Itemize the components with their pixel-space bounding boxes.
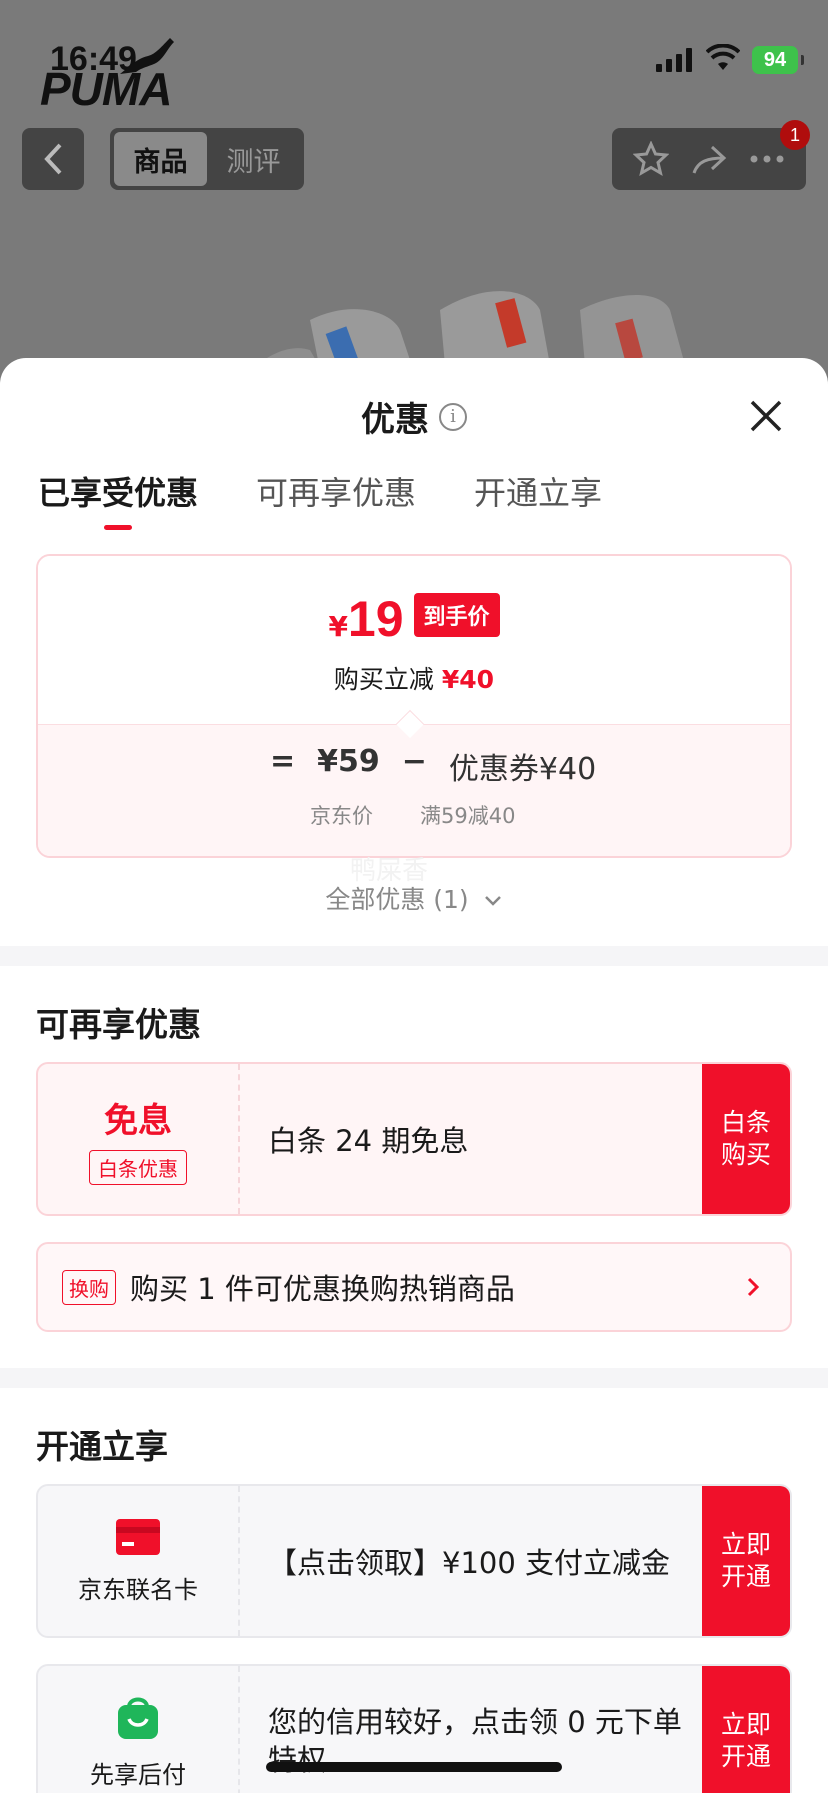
more-icon[interactable] bbox=[749, 154, 785, 164]
wifi-icon bbox=[706, 44, 740, 70]
equals-sign: = bbox=[270, 744, 296, 779]
offers-sheet: 优惠 i 已享受优惠 可再享优惠 开通立享 ¥19 到手价 购买立减 ¥40 = ¥… bbox=[0, 358, 828, 1793]
status-bar: 16:49 PUMA 94 bbox=[0, 0, 828, 115]
swap-badge: 换购 bbox=[62, 1269, 116, 1305]
pay-later-offer[interactable]: 先享后付 您的信用较好，点击领 0 元下单特权 立即开通 bbox=[36, 1664, 792, 1793]
swap-offer-row[interactable]: 换购 购买 1 件可优惠换购热销商品 bbox=[36, 1242, 792, 1332]
final-price-tag: 到手价 bbox=[413, 593, 500, 637]
back-button[interactable] bbox=[22, 128, 84, 190]
open-enjoy-section-title: 开通立享 bbox=[36, 1427, 168, 1466]
pay-later-offer-text: 您的信用较好，点击领 0 元下单特权 bbox=[268, 1705, 682, 1777]
product-actions bbox=[612, 128, 806, 190]
reenjoy-section-title: 可再享优惠 bbox=[36, 1005, 201, 1044]
reduce-line: 购买立减 ¥40 bbox=[38, 660, 790, 696]
jd-price: ¥59 bbox=[317, 744, 380, 779]
price-formula: = ¥59 − 优惠券¥40 bbox=[270, 744, 596, 788]
card-icon bbox=[116, 1518, 160, 1555]
baitiao-offer-text: 白条 24 期免息 bbox=[268, 1124, 469, 1158]
chevron-down-icon bbox=[484, 896, 501, 906]
final-price: ¥19 到手价 bbox=[38, 590, 790, 648]
baitiao-badge: 白条优惠 bbox=[89, 1150, 187, 1185]
open-now-label: 立即开通 bbox=[720, 1710, 771, 1771]
star-icon[interactable] bbox=[632, 141, 669, 177]
coupon-desc: 满59减40 bbox=[420, 804, 516, 828]
jd-cobrand-offer-text: 【点击领取】¥100 支付立减金 bbox=[268, 1546, 671, 1580]
share-icon[interactable] bbox=[690, 143, 728, 175]
jd-cobrand-card-label: 京东联名卡 bbox=[78, 1575, 198, 1604]
final-price-value: 19 bbox=[347, 591, 404, 647]
chevron-right-icon bbox=[747, 1277, 760, 1297]
offer-tabs: 已享受优惠 可再享优惠 开通立享 bbox=[38, 468, 602, 530]
jd-price-label: 京东价 bbox=[310, 804, 373, 828]
shopping-bag-icon bbox=[118, 1697, 158, 1739]
battery-indicator: 94 bbox=[752, 46, 804, 74]
tab-more-offers[interactable]: 可再享优惠 bbox=[256, 468, 416, 530]
coupon-amount: 优惠券¥40 bbox=[448, 752, 597, 787]
tab-enjoyed-offers[interactable]: 已享受优惠 bbox=[38, 468, 198, 530]
reduce-text: 购买立减 bbox=[333, 665, 434, 694]
tab-review[interactable]: 测评 bbox=[207, 132, 300, 186]
open-now-label: 立即开通 bbox=[720, 1530, 771, 1591]
reduce-amount: ¥40 bbox=[441, 665, 495, 694]
section-divider bbox=[0, 946, 828, 966]
puma-cat-icon bbox=[120, 38, 174, 74]
jd-cobrand-card-offer[interactable]: 京东联名卡 【点击领取】¥100 支付立减金 立即开通 bbox=[36, 1484, 792, 1638]
tab-product[interactable]: 商品 bbox=[114, 132, 207, 186]
interest-free-title: 免息 bbox=[104, 1101, 172, 1141]
swap-offer-text: 购买 1 件可优惠换购热销商品 bbox=[130, 1272, 515, 1306]
all-offers-label: 全部优惠 (1) bbox=[325, 885, 469, 914]
tab-open-enjoy[interactable]: 开通立享 bbox=[474, 468, 602, 530]
sheet-title: 优惠 bbox=[361, 400, 429, 440]
product-navbar: 商品 测评 1 bbox=[0, 120, 828, 190]
home-indicator bbox=[266, 1762, 562, 1772]
chevron-left-icon bbox=[44, 143, 62, 175]
section-divider bbox=[0, 1368, 828, 1388]
signal-icon bbox=[656, 48, 692, 72]
pay-later-label: 先享后付 bbox=[90, 1760, 186, 1789]
minus-sign: − bbox=[401, 744, 427, 779]
baitiao-buy-button[interactable]: 白条购买 bbox=[702, 1064, 790, 1214]
sheet-header: 优惠 i bbox=[0, 392, 828, 441]
product-tab-switch: 商品 测评 bbox=[110, 128, 304, 190]
final-price-currency: ¥ bbox=[328, 610, 348, 643]
close-icon[interactable] bbox=[746, 396, 786, 436]
open-now-button[interactable]: 立即开通 bbox=[702, 1666, 790, 1793]
price-breakdown-card: ¥19 到手价 购买立减 ¥40 = ¥59 − 优惠券¥40 京东价 满59减4… bbox=[36, 554, 792, 858]
baitiao-offer-card[interactable]: 免息 白条优惠 白条 24 期免息 白条购买 bbox=[36, 1062, 792, 1216]
baitiao-buy-label: 白条购买 bbox=[720, 1108, 771, 1169]
open-now-button[interactable]: 立即开通 bbox=[702, 1486, 790, 1636]
info-icon[interactable]: i bbox=[439, 402, 467, 431]
all-offers-toggle[interactable]: 全部优惠 (1) bbox=[0, 880, 828, 916]
notification-badge: 1 bbox=[780, 120, 810, 150]
product-page-background: 16:49 PUMA 94 商品 测评 1 bbox=[0, 0, 828, 420]
